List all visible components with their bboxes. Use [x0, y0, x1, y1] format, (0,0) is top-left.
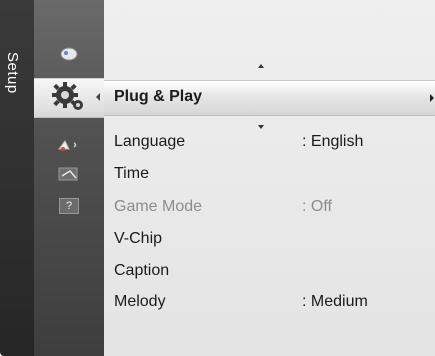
- melody-value: : Medium: [302, 293, 368, 310]
- submenu-right-arrow-icon: [430, 94, 434, 102]
- picture-icon[interactable]: [34, 42, 104, 66]
- scroll-up-icon[interactable]: [258, 64, 264, 68]
- menu-item-v-chip[interactable]: V-Chip: [114, 230, 162, 248]
- input-icon[interactable]: [34, 164, 104, 184]
- setup-sidebar: Setup: [0, 0, 34, 356]
- setup-gear-icon[interactable]: [34, 80, 104, 114]
- menu-item-game-mode: Game Mode: [114, 198, 203, 215]
- menu-item-time[interactable]: Time: [114, 165, 149, 183]
- setup-title: Setup: [4, 52, 21, 94]
- game-mode-value: : Off: [302, 198, 332, 215]
- sound-icon[interactable]: [34, 134, 104, 156]
- scroll-down-icon[interactable]: [258, 125, 264, 129]
- menu-item-language[interactable]: Language: [114, 133, 185, 151]
- help-icon[interactable]: ?: [34, 196, 104, 216]
- menu-item-melody[interactable]: Melody: [114, 293, 166, 311]
- language-value: : English: [302, 133, 364, 150]
- nav-left-arrow-icon: [96, 93, 100, 101]
- menu-item-caption[interactable]: Caption: [114, 262, 169, 280]
- menu-item-plug-and-play[interactable]: Plug & Play: [114, 88, 202, 106]
